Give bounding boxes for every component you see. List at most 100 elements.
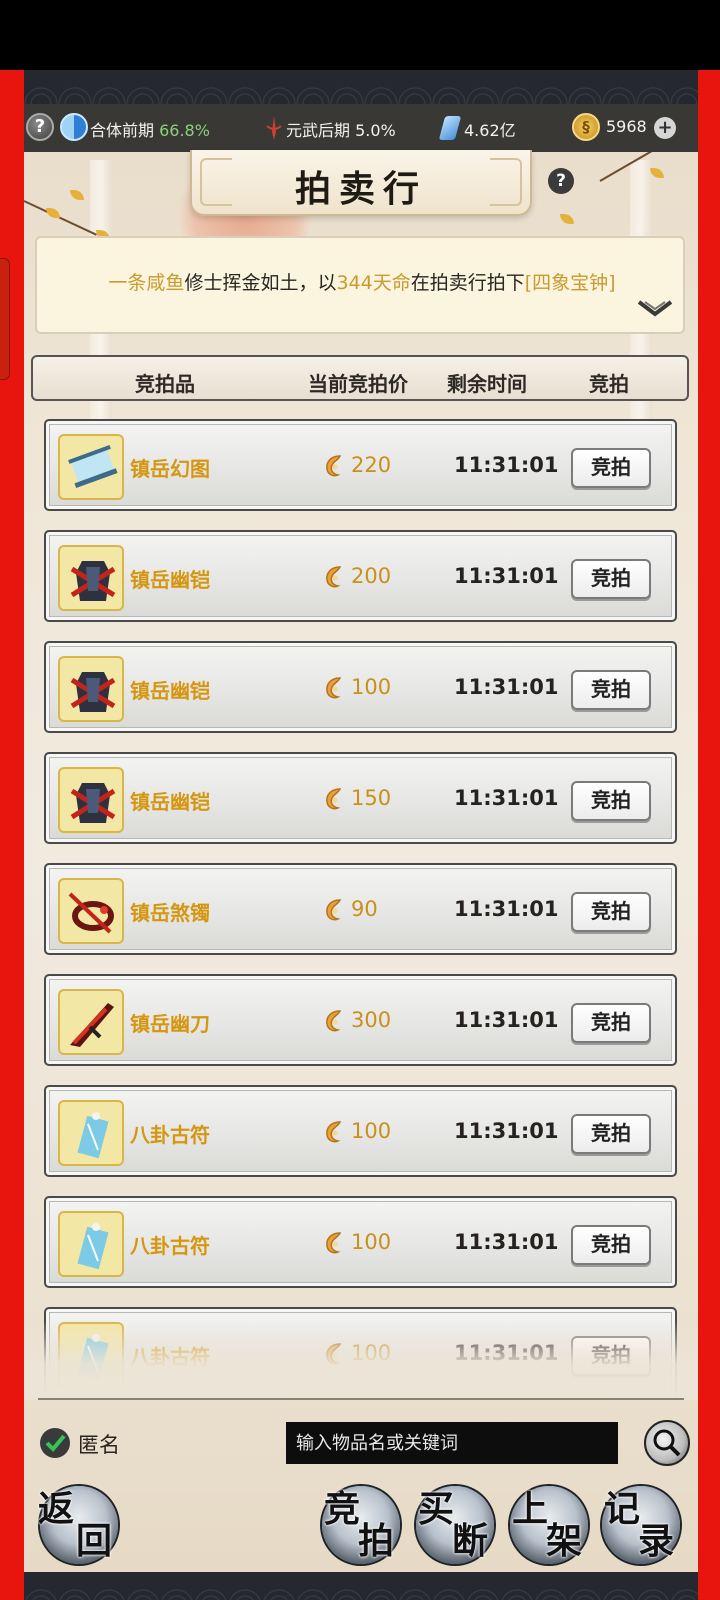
item-name: 镇岳幽刀 [130,1012,210,1036]
time-remaining: 11:31:01 [454,1008,559,1032]
realm-status: 合体前期 66.8% [90,121,210,140]
question-icon[interactable]: ? [26,113,54,141]
item-name: 镇岳幽铠 [130,679,210,703]
blade-icon[interactable] [58,989,124,1055]
list-item-tab-button[interactable]: 上 架 [510,1486,588,1564]
search-button[interactable] [644,1420,690,1466]
add-gold-button[interactable]: + [654,117,676,139]
auction-row[interactable]: 镇岳煞镯 90 11:31:01 竞拍 [44,863,677,955]
time-remaining: 11:31:01 [454,675,559,699]
armor-icon[interactable] [58,545,124,611]
time-remaining: 11:31:01 [454,564,559,588]
buyout-char-1: 买 [418,1488,455,1530]
anonymous-checkbox[interactable] [40,1428,70,1458]
back-char-1: 返 [38,1488,75,1530]
item-price: 100 [351,1119,392,1143]
currency-icon [326,455,342,477]
spirit-stone-count: 4.62亿 [464,121,516,140]
bid-char-1: 竞 [324,1488,361,1530]
bid-button[interactable]: 竞拍 [571,1003,651,1043]
bid-button[interactable]: 竞拍 [571,448,651,488]
help-icon[interactable]: ? [548,168,574,194]
notice-text: 一条咸鱼修士挥金如土，以344天命在拍卖行拍下[四象宝钟] [108,272,616,294]
record-char-1: 记 [604,1488,641,1530]
auction-row[interactable]: 镇岳幻图 220 11:31:01 竞拍 [44,419,677,511]
spirit-stone-icon [438,116,462,140]
item-name: 八卦古符 [130,1123,210,1147]
header-price: 当前竞拍价 [308,372,408,396]
sword-icon [266,116,282,140]
auction-row[interactable]: 八卦古符 100 11:31:01 竞拍 [44,1196,677,1288]
buyout-tab-button[interactable]: 买 断 [416,1486,494,1564]
bottom-wave-pattern [24,1572,698,1600]
page-title: 拍卖行 [294,168,427,210]
yin-yang-icon [60,113,88,141]
anonymous-label: 匿名 [78,1433,120,1457]
record-char-2: 录 [638,1520,675,1562]
bracelet-icon[interactable] [58,878,124,944]
bid-char-2: 拍 [358,1520,395,1562]
item-price: 150 [351,786,392,810]
table-header: 竞拍品 当前竞拍价 剩余时间 竞拍 [31,355,689,401]
time-remaining: 11:31:01 [454,1119,559,1143]
search-input[interactable] [286,1422,618,1464]
bid-button[interactable]: 竞拍 [571,1114,651,1154]
auction-row[interactable]: 八卦古符 100 11:31:01 竞拍 [44,1085,677,1177]
item-name: 镇岳煞镯 [130,901,210,925]
buyout-char-2: 断 [452,1520,489,1562]
header-item: 竞拍品 [135,372,195,396]
currency-icon [326,1010,342,1032]
item-name: 镇岳幻图 [130,457,210,481]
scroll-icon[interactable] [58,434,124,500]
item-price: 200 [351,564,392,588]
bid-button[interactable]: 竞拍 [571,1225,651,1265]
auction-row[interactable]: 镇岳幽铠 200 11:31:01 竞拍 [44,530,677,622]
header-time: 剩余时间 [447,372,527,396]
talisman-icon[interactable] [58,1211,124,1277]
record-tab-button[interactable]: 记 录 [602,1486,680,1564]
currency-icon [326,899,342,921]
auction-row[interactable]: 镇岳幽铠 150 11:31:01 竞拍 [44,752,677,844]
bid-button[interactable]: 竞拍 [571,781,651,821]
item-price: 100 [351,675,392,699]
time-remaining: 11:31:01 [454,897,559,921]
header-action: 竞拍 [589,372,629,396]
bid-button[interactable]: 竞拍 [571,892,651,932]
time-remaining: 11:31:01 [454,453,559,477]
currency-icon [326,1232,342,1254]
item-name: 八卦古符 [130,1234,210,1258]
item-price: 300 [351,1008,392,1032]
bid-button[interactable]: 竞拍 [571,559,651,599]
auction-list[interactable]: 镇岳幻图 220 11:31:01 竞拍 镇岳幽铠 200 11:31:01 竞拍 镇岳幽铠 10… [24,415,698,1395]
right-red-border [698,70,720,1600]
gold-count: 5968 [606,117,647,136]
martial-status: 元武后期 5.0% [286,121,396,140]
armor-icon[interactable] [58,767,124,833]
list-fade [24,1320,698,1400]
list-char-2: 架 [546,1520,583,1562]
screen: ? 合体前期 66.8% 元武后期 5.0% 4.62亿 § 5968 + 拍卖… [0,0,720,1600]
bid-button[interactable]: 竞拍 [571,670,651,710]
side-drawer-tab[interactable] [0,258,10,380]
auction-row[interactable]: 镇岳幽刀 300 11:31:01 竞拍 [44,974,677,1066]
item-name: 镇岳幽铠 [130,790,210,814]
talisman-icon[interactable] [58,1100,124,1166]
currency-icon [326,788,342,810]
currency-icon [326,1121,342,1143]
time-remaining: 11:31:01 [454,786,559,810]
currency-icon [326,677,342,699]
currency-icon [326,566,342,588]
top-wave-pattern [24,70,698,104]
chevron-down-icon[interactable] [637,298,673,320]
armor-icon[interactable] [58,656,124,722]
back-button[interactable]: 返 回 [38,1486,118,1564]
time-remaining: 11:31:01 [454,1230,559,1254]
item-price: 220 [351,453,392,477]
search-icon [653,1429,681,1457]
item-name: 镇岳幽铠 [130,568,210,592]
auction-row[interactable]: 镇岳幽铠 100 11:31:01 竞拍 [44,641,677,733]
bid-tab-button[interactable]: 竞 拍 [322,1486,400,1564]
auction-notice: 一条咸鱼修士挥金如土，以344天命在拍卖行拍下[四象宝钟] [35,236,685,334]
checkmark-icon [45,1434,66,1452]
back-char-2: 回 [76,1520,113,1562]
